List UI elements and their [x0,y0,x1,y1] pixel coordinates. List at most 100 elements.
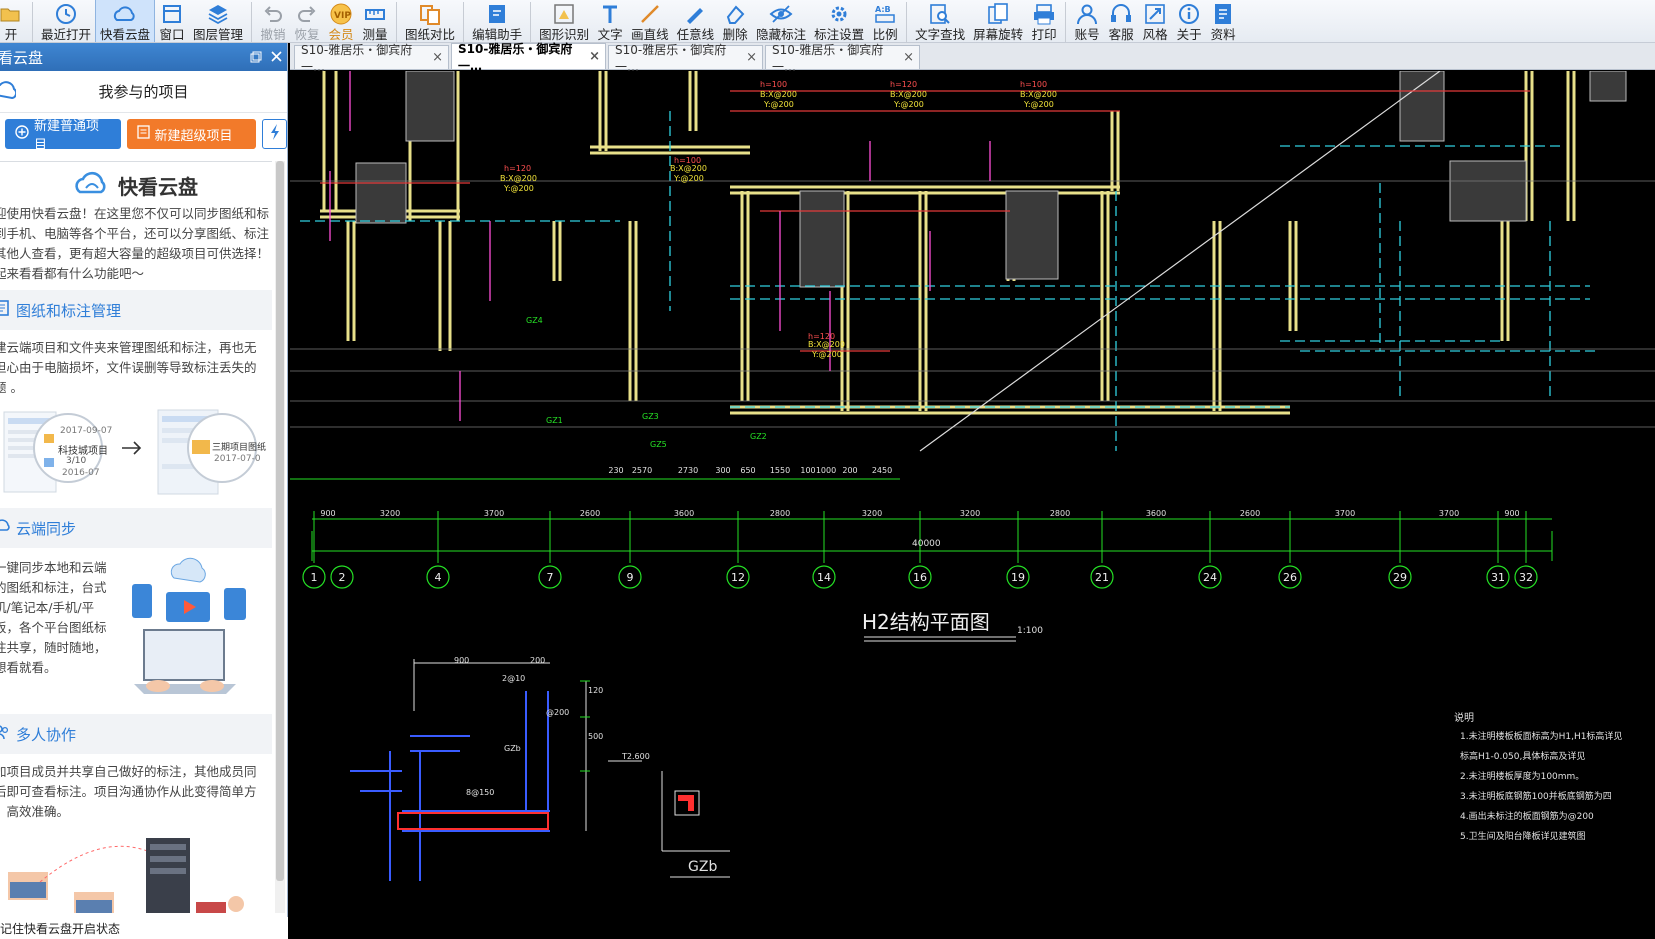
remember-cloud-state[interactable]: 记住快看云盘开启状态 [0,917,288,939]
span-dimension: 900 [1504,509,1519,518]
settings-button[interactable]: 标注设置 [810,0,868,42]
rotate-icon [985,1,1011,27]
recent-clock-icon [53,1,79,27]
people-icon [0,723,10,745]
illustration-label: 三期项目图纸 [212,443,267,453]
toolbar-label: 窗口 [159,27,185,42]
style-button[interactable]: 风格 [1138,0,1172,42]
eraser-button[interactable]: 删除 [718,0,752,42]
section-detail [350,691,550,881]
section-title: 云端同步 [16,519,77,538]
span-dimension: 2800 [770,509,790,518]
recent-clock-button[interactable]: 最近打开 [37,0,95,42]
window-icon [159,1,185,27]
vip-icon: VIP [328,1,354,27]
dimension-text: 230 [608,466,623,475]
list-icon [0,299,10,321]
axis-label: 26 [1283,571,1297,584]
note-line: 标高H1-0.050,具体标高及详见 [1460,750,1585,762]
compare-button[interactable]: 图纸对比 [401,0,459,42]
span-dimension: 3700 [1335,509,1355,518]
rebar-label: B:X@200 [670,164,707,173]
section-title: 图纸和标注管理 [16,301,122,320]
document-tab[interactable]: S10-雅居乐・御宾府一… × [294,43,449,74]
detail-annotation: GZb [504,744,521,753]
layers-button[interactable]: 图层管理 [189,0,247,42]
eraser-icon [722,1,748,27]
tab-label: S10-雅居乐・御宾府一… [615,42,727,74]
detail-title: GZb [688,859,717,875]
plan-title: H2结构平面图 [862,610,990,634]
tab-close-icon[interactable]: × [589,49,600,64]
note-line: 4.画出未标注的板面钢筋为@200 [1460,810,1594,822]
about-icon [1176,1,1202,27]
section-paragraph: 一键同步本地和云端 的图纸和标注，台式 机/笔记本/手机/平 板，各个平台图纸标 注共享… [0,558,114,708]
section-paragraph: 加项目成员并共享自己做好的标注，其他成员同 后即可查看标注。项目沟通协作从此变得简… [0,762,272,822]
paragraph-line: 题 。 [0,380,23,395]
total-dimension: 40000 [912,539,941,549]
toolbar-label: 图层管理 [193,27,244,42]
measure-button[interactable]: 测量 [358,0,392,42]
rebar-label: B:X@200 [760,90,797,99]
redo-button[interactable]: 恢复 [290,0,324,42]
freehand-button[interactable]: 任意线 [673,0,719,42]
scrollbar-thumb[interactable] [276,161,284,881]
text-button[interactable]: 文字 [593,0,627,42]
print-icon [1031,1,1057,27]
sync-button[interactable] [262,119,287,149]
vip-button[interactable]: VIP 会员 [324,0,358,42]
paragraph-line: 起来看看都有什么功能吧～ [0,266,145,281]
section-title: 多人协作 [16,725,77,744]
account-icon [1074,1,1100,27]
detail-annotation: 200 [530,656,545,665]
tab-close-icon[interactable]: × [432,50,443,65]
new-normal-project-button[interactable]: 新建普通项目 [5,119,121,153]
tab-close-icon[interactable]: × [746,50,757,65]
window-button[interactable]: 窗口 [155,0,189,42]
edit-assistant-icon [484,1,510,27]
drawing-canvas[interactable]: 1 2 4 7 9 12 14 16 19 21 24 26 29 31 32 900 3200 3700 260… [290,71,1655,939]
toolbar-separator [396,2,398,42]
cloud-button[interactable]: 快看云盘 [95,0,156,42]
find-text-button[interactable]: 文字查找 [911,0,969,42]
undo-button[interactable]: 撤销 [256,0,290,42]
tab-label: S10-雅居乐・御宾府一… [301,42,413,74]
docs-button[interactable]: 资料 [1206,0,1240,42]
print-button[interactable]: 打印 [1027,0,1061,42]
close-icon[interactable] [270,48,283,67]
about-button[interactable]: 关于 [1172,0,1206,42]
axis-label: 31 [1491,571,1505,584]
document-tab[interactable]: S10-雅居乐・御宾府一… × [765,43,920,74]
panel-title: 看云盘 [0,48,44,67]
new-super-project-button[interactable]: 新建超级项目 [126,119,257,149]
project-buttons: 新建普通项目 新建超级项目 [0,113,287,155]
toolbar-label: 文字查找 [915,27,966,42]
slab-height-label: h=120 [504,164,531,173]
text-icon [597,1,623,27]
hide-eye-button[interactable]: 隐藏标注 [752,0,810,42]
detail-annotation: 8@150 [466,788,494,797]
detail-annotation: 120 [588,686,603,695]
headset-button[interactable]: 客服 [1104,0,1138,42]
panel-scrollbar[interactable] [275,161,285,913]
document-tab[interactable]: S10-雅居乐・御宾府一… × [608,43,763,74]
rotate-button[interactable]: 屏幕旋转 [969,0,1027,42]
line-button[interactable]: 画直线 [627,0,673,42]
find-text-icon [927,1,953,27]
open-button[interactable]: 开 [0,0,28,42]
paragraph-line: 想看就看。 [0,660,57,675]
tab-close-icon[interactable]: × [903,50,914,65]
plan-scale: 1:100 [1017,626,1043,636]
scale-button[interactable]: A:B 比例 [868,0,902,42]
column-label: GZ4 [526,316,543,325]
rebar-label: B:X@200 [500,174,537,183]
edit-assistant-button[interactable]: 编辑助手 [468,0,526,42]
account-button[interactable]: 账号 [1070,0,1104,42]
toolbar-label: 打印 [1031,27,1057,42]
document-tab[interactable]: S10-雅居乐・御宾府一… × [451,42,606,73]
cloud-sync-icon [0,517,10,539]
shape-recognize-button[interactable]: 图形识别 [535,0,593,42]
restore-icon[interactable] [250,48,262,67]
note-line: 5.卫生间及阳台降板详见建筑图 [1460,830,1586,842]
rebar-label: Y:@200 [763,100,794,109]
